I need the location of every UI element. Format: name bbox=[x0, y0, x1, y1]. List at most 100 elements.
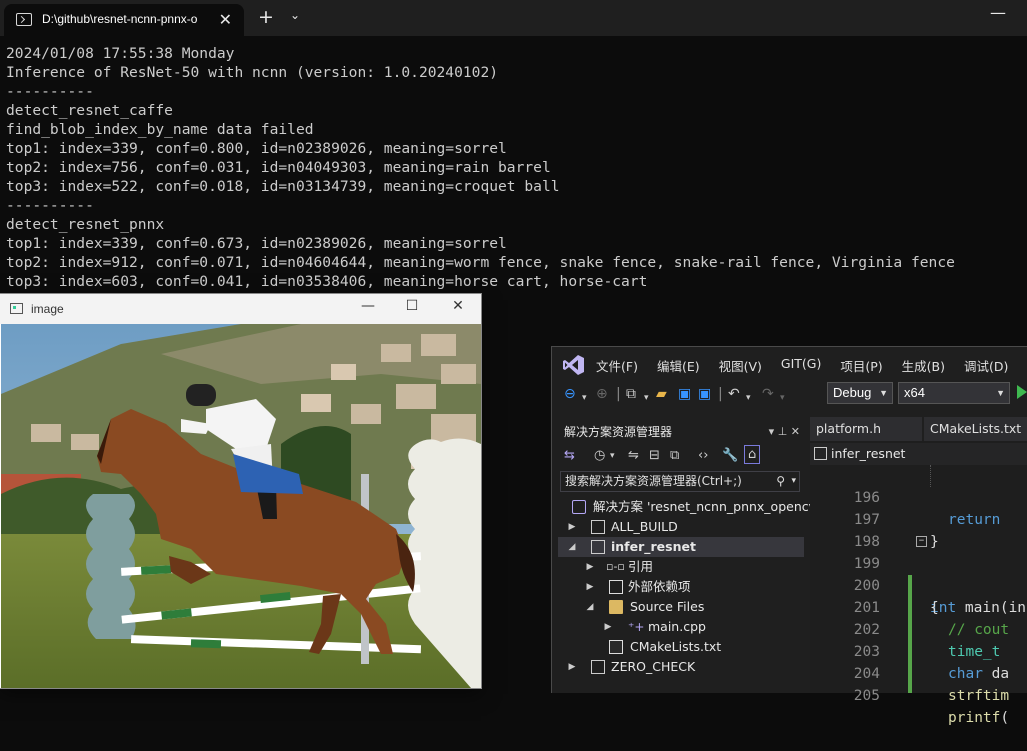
panel-controls[interactable]: ▾ ⊥ ✕ bbox=[769, 421, 800, 443]
maximize-button[interactable]: ☐ bbox=[396, 298, 428, 314]
tree-item-external-deps[interactable]: ▶ 外部依赖项 bbox=[558, 577, 804, 597]
change-indicator bbox=[908, 575, 912, 693]
terminal-line: ---------- bbox=[6, 83, 94, 100]
editor-tab-strip: platform.h CMakeLists.txt bbox=[810, 417, 1027, 441]
terminal-tab[interactable]: D:\github\resnet-ncnn-pnnx-o ✕ bbox=[4, 4, 244, 36]
menu-edit[interactable]: 编辑(E) bbox=[657, 356, 700, 375]
collapse-icon[interactable]: − bbox=[916, 536, 927, 547]
chevron-right-icon[interactable]: ▶ bbox=[603, 617, 613, 637]
chevron-down-icon[interactable]: ▾ bbox=[791, 472, 796, 491]
search-icon[interactable]: ⚲ bbox=[776, 472, 785, 491]
menu-file[interactable]: 文件(F) bbox=[596, 356, 638, 375]
chevron-right-icon[interactable]: ▶ bbox=[585, 577, 595, 597]
run-icon[interactable] bbox=[1017, 385, 1027, 399]
preview-selected-icon[interactable]: ⌂ bbox=[744, 445, 761, 464]
tree-item-zero-check[interactable]: ▶ ZERO_CHECK bbox=[558, 657, 804, 677]
tree-item-infer-resnet[interactable]: ◢ infer_resnet bbox=[558, 537, 804, 557]
properties-icon[interactable]: 🔧 bbox=[722, 448, 738, 463]
back-icon[interactable]: ⊖ bbox=[564, 385, 576, 403]
history-icon[interactable]: ◷ bbox=[594, 448, 605, 463]
horse-jump-photo bbox=[1, 324, 481, 688]
terminal-line: Inference of ResNet-50 with ncnn (versio… bbox=[6, 64, 499, 81]
open-folder-icon[interactable]: ▰ bbox=[656, 385, 667, 403]
sync-icon[interactable]: ⇋ bbox=[628, 448, 639, 463]
solution-icon bbox=[572, 500, 586, 514]
undo-icon[interactable]: ↶ bbox=[728, 385, 740, 403]
tab-platform-h[interactable]: platform.h bbox=[810, 417, 922, 441]
back-dropdown-icon[interactable]: ▾ bbox=[582, 389, 587, 407]
chevron-right-icon[interactable]: ▶ bbox=[585, 557, 595, 577]
menu-build[interactable]: 生成(B) bbox=[902, 356, 945, 375]
chevron-down-icon[interactable]: ◢ bbox=[585, 597, 595, 617]
history-dropdown-icon[interactable]: ▾ bbox=[610, 451, 615, 461]
terminal-line: top1: index=339, conf=0.800, id=n0238902… bbox=[6, 140, 507, 157]
menu-git[interactable]: GIT(G) bbox=[781, 356, 821, 375]
terminal-line: top2: index=756, conf=0.031, id=n0404930… bbox=[6, 159, 551, 176]
save-icon[interactable]: ▣ bbox=[678, 385, 691, 403]
navigation-bar[interactable]: infer_resnet bbox=[810, 443, 1027, 465]
visual-studio-window[interactable]: 文件(F) 编辑(E) 视图(V) GIT(G) 项目(P) 生成(B) 调试(… bbox=[551, 346, 1027, 726]
tree-item-main-cpp[interactable]: ▶ ⁺+ main.cpp bbox=[558, 617, 804, 637]
terminal-line: find_blob_index_by_name data failed bbox=[6, 121, 314, 138]
tab-cmakelists[interactable]: CMakeLists.txt bbox=[924, 417, 1027, 441]
tree-item-label: 解决方案 'resnet_ncnn_pnnx_opencv_ bbox=[593, 499, 823, 514]
image-window-titlebar[interactable]: image — ☐ ✕ bbox=[0, 294, 481, 324]
toolbar-separator: | bbox=[718, 386, 723, 402]
code-line: 197 } bbox=[810, 487, 1027, 550]
menu-debug[interactable]: 调试(D) bbox=[964, 356, 1008, 375]
code-line: 196 return bbox=[810, 465, 1027, 528]
tree-item-all-build[interactable]: ▶ ALL_BUILD bbox=[558, 517, 804, 537]
platform-select[interactable]: x64 ▼ bbox=[898, 382, 1010, 404]
solution-explorer-header: 解决方案资源管理器 ▾ ⊥ ✕ bbox=[558, 421, 804, 443]
new-tab-button[interactable]: + bbox=[258, 6, 274, 28]
solution-config-value: Debug bbox=[833, 385, 872, 400]
tree-item-label: infer_resnet bbox=[611, 539, 696, 554]
tab-label: platform.h bbox=[816, 421, 882, 436]
photo-illustration bbox=[1, 324, 481, 688]
text-file-icon bbox=[609, 640, 623, 654]
tree-item-label: main.cpp bbox=[648, 619, 706, 634]
tree-item-label: 引用 bbox=[628, 559, 654, 574]
terminal-icon bbox=[16, 13, 32, 26]
chevron-right-icon[interactable]: ▶ bbox=[567, 517, 577, 537]
close-button[interactable]: ✕ bbox=[442, 298, 474, 314]
tree-item-source-files[interactable]: ◢ Source Files bbox=[558, 597, 804, 617]
new-project-dropdown-icon[interactable]: ▾ bbox=[644, 389, 649, 407]
image-window[interactable]: image — ☐ ✕ bbox=[0, 294, 481, 688]
code-line: 202 time_t bbox=[810, 597, 1027, 660]
collapse-all-icon[interactable]: ⊟ bbox=[649, 448, 660, 463]
project-icon bbox=[591, 540, 605, 554]
minimize-button[interactable]: — bbox=[990, 3, 1006, 22]
terminal-output[interactable]: 2024/01/08 17:55:38 Monday Inference of … bbox=[6, 44, 955, 291]
minimize-button[interactable]: — bbox=[352, 298, 384, 314]
tree-item-references[interactable]: ▶ ▫-▫ 引用 bbox=[558, 557, 804, 577]
redo-icon[interactable]: ↷ bbox=[762, 385, 774, 403]
save-all-icon[interactable]: ▣ bbox=[698, 385, 711, 403]
solution-explorer-title: 解决方案资源管理器 bbox=[564, 425, 673, 439]
undo-dropdown-icon[interactable]: ▾ bbox=[746, 389, 751, 407]
code-line: 198 bbox=[810, 509, 1027, 550]
solution-explorer-search[interactable]: 搜索解决方案资源管理器(Ctrl+;) ⚲ ▾ bbox=[560, 471, 800, 492]
chevron-down-icon: ▼ bbox=[996, 388, 1005, 398]
close-icon[interactable]: ✕ bbox=[219, 10, 232, 29]
chevron-down-icon[interactable]: ◢ bbox=[567, 537, 577, 557]
new-project-icon[interactable]: ⧉ bbox=[626, 385, 636, 403]
code-line: 205 printf( bbox=[810, 663, 1027, 726]
menu-view[interactable]: 视图(V) bbox=[719, 356, 762, 375]
code-view-icon[interactable]: ‹› bbox=[698, 448, 708, 463]
nav-project-label: infer_resnet bbox=[831, 446, 906, 461]
solution-config-select[interactable]: Debug ▼ bbox=[827, 382, 893, 404]
tree-item-cmakelists[interactable]: CMakeLists.txt bbox=[558, 637, 804, 657]
terminal-line: top2: index=912, conf=0.071, id=n0460464… bbox=[6, 254, 955, 271]
switch-views-icon[interactable]: ⇆ bbox=[564, 448, 575, 463]
references-icon: ▫-▫ bbox=[606, 560, 625, 573]
tree-item-solution[interactable]: 解决方案 'resnet_ncnn_pnnx_opencv_ bbox=[558, 497, 822, 517]
code-line: 204 strftim bbox=[810, 641, 1027, 704]
menu-project[interactable]: 项目(P) bbox=[840, 356, 882, 375]
forward-icon[interactable]: ⊕ bbox=[596, 385, 608, 403]
code-editor[interactable]: platform.h CMakeLists.txt infer_resnet 1… bbox=[810, 417, 1027, 726]
show-all-files-icon[interactable]: ⧉ bbox=[670, 448, 679, 463]
chevron-right-icon[interactable]: ▶ bbox=[567, 657, 577, 677]
redo-dropdown-icon[interactable]: ▾ bbox=[780, 389, 785, 407]
chevron-down-icon[interactable]: ⌄ bbox=[290, 8, 300, 22]
